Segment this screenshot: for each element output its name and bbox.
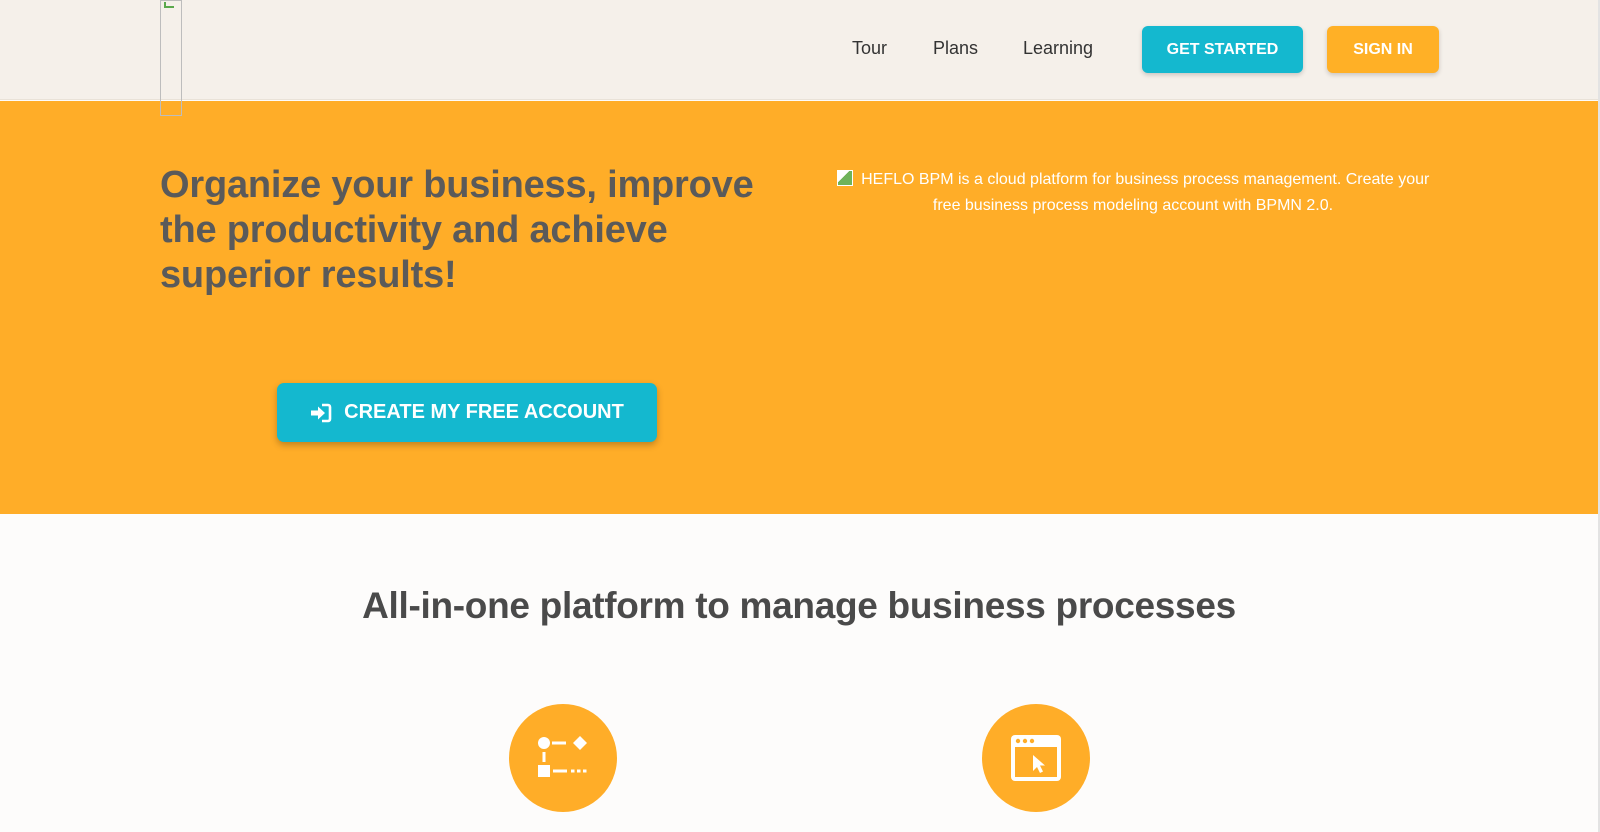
- sign-in-icon: [310, 403, 332, 423]
- hero-section: Organize your business, improve the prod…: [0, 101, 1598, 514]
- hero-title: Organize your business, improve the prod…: [160, 164, 754, 296]
- get-started-button[interactable]: GET STARTED: [1142, 26, 1303, 73]
- site-header: Tour Plans Learning GET STARTED SIGN IN: [0, 0, 1598, 116]
- page: Tour Plans Learning GET STARTED SIGN IN …: [0, 0, 1600, 832]
- nav-link-plans[interactable]: Plans: [933, 38, 978, 59]
- section-title: All-in-one platform to manage business p…: [362, 585, 1236, 626]
- create-free-account-button[interactable]: CREATE MY FREE ACCOUNT: [277, 383, 657, 442]
- process-flow-icon: [509, 704, 617, 812]
- main-nav: Tour Plans Learning GET STARTED SIGN IN: [0, 0, 1598, 100]
- logo-broken-image[interactable]: [160, 0, 182, 116]
- broken-image-icon: [164, 2, 174, 8]
- nav-link-learning[interactable]: Learning: [1023, 38, 1093, 59]
- broken-image-icon: [836, 170, 853, 186]
- browser-window-cursor-icon: [982, 704, 1090, 812]
- hero-image-alt-text: HEFLO BPM is a cloud platform for busine…: [861, 171, 1430, 214]
- create-free-account-label: CREATE MY FREE ACCOUNT: [344, 401, 624, 423]
- hero-image-broken: HEFLO BPM is a cloud platform for busine…: [823, 167, 1443, 219]
- sign-in-button[interactable]: SIGN IN: [1327, 26, 1439, 73]
- nav-link-tour[interactable]: Tour: [852, 38, 887, 59]
